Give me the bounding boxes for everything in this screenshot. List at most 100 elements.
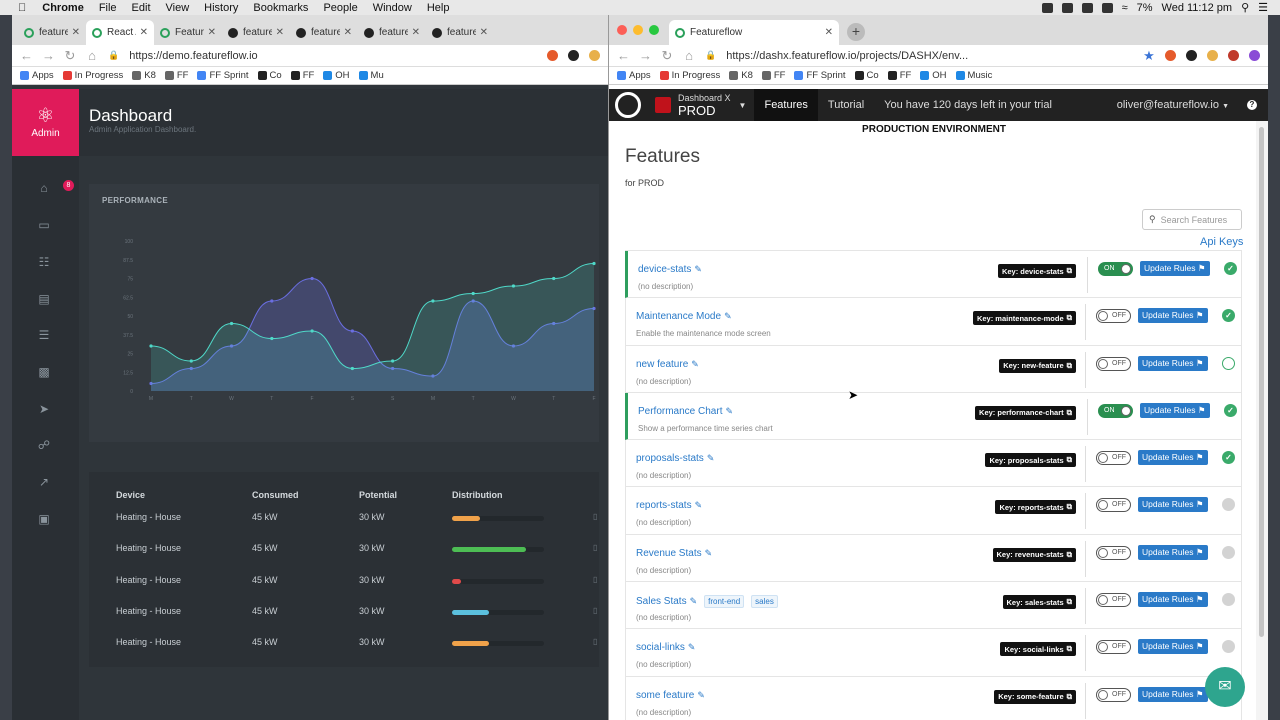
browser-tab[interactable]: featurefl ✕ [290,20,358,45]
close-tab-icon[interactable]: ✕ [276,27,284,38]
edit-icon[interactable]: ✎ [724,311,732,322]
feature-toggle[interactable]: ON [1098,262,1133,276]
browser-tab[interactable]: Featureflow ✕ [669,20,839,45]
browser-tab[interactable]: featurefl ✕ [358,20,426,45]
close-window-button[interactable] [617,25,627,35]
bookmark-item[interactable]: FF Sprint [794,70,846,81]
copy-icon[interactable]: ⧉ [1067,408,1072,418]
feature-key-badge[interactable]: Key: sales-stats ⧉ [1002,595,1076,610]
feature-toggle[interactable]: OFF [1096,451,1131,466]
home-icon[interactable]: ⌂ [86,48,98,63]
desktop-icon[interactable]: ▭ [36,218,52,234]
minimize-window-button[interactable] [633,25,643,35]
update-rules-button[interactable]: Update Rules ⚑ [1140,402,1210,418]
menu-icon[interactable]: ☰ [1258,1,1268,14]
menu-help[interactable]: Help [427,2,450,14]
bookmark-item[interactable]: FF [761,70,785,81]
bookmark-item[interactable]: Apps [20,70,54,81]
feature-name-link[interactable]: some feature ✎ [636,690,705,701]
lock-icon[interactable]: 🔒 [108,50,119,61]
update-rules-button[interactable]: Update Rules ⚑ [1138,497,1208,513]
update-rules-button[interactable]: Update Rules ⚑ [1138,355,1208,371]
feature-toggle[interactable]: OFF [1096,593,1131,608]
edit-icon[interactable]: ✎ [697,690,705,701]
bookmark-item[interactable]: Apps [617,70,651,81]
bookmark-item[interactable]: OH [323,70,350,81]
lock-icon[interactable]: 🔒 [705,50,716,61]
chat-launcher-button[interactable]: ✉ [1205,667,1245,707]
maximize-window-button[interactable] [649,25,659,35]
feature-key-badge[interactable]: Key: maintenance-mode ⧉ [972,311,1076,326]
avatar[interactable] [1249,50,1260,61]
menu-app-name[interactable]: Chrome [42,2,84,14]
bookmark-item[interactable]: Co [257,70,282,81]
menu-bookmarks[interactable]: Bookmarks [253,2,308,14]
scrollbar[interactable] [1256,121,1268,720]
copy-icon[interactable]: ⧉ [1067,313,1072,323]
edit-icon[interactable]: ✎ [705,548,713,559]
trash-icon[interactable]: ▯ [593,543,597,552]
database-icon[interactable]: ▤ [36,292,52,308]
close-tab-icon[interactable]: ✕ [208,27,216,38]
feature-name-link[interactable]: reports-stats ✎ [636,500,702,511]
menu-view[interactable]: View [166,2,190,14]
status-icon[interactable] [1101,2,1113,13]
nav-tutorial[interactable]: Tutorial [818,89,874,121]
bookmark-item[interactable]: OH [920,70,947,81]
feature-toggle[interactable]: OFF [1096,498,1131,513]
update-rules-button[interactable]: Update Rules ⚑ [1138,308,1208,324]
trash-icon[interactable]: ▯ [593,637,597,646]
close-tab-icon[interactable]: ✕ [344,27,352,38]
feature-name-link[interactable]: Maintenance Mode ✎ [636,311,732,322]
book-icon[interactable]: ▣ [36,512,52,528]
feature-toggle[interactable]: OFF [1096,356,1131,371]
url-field[interactable]: https://demo.featureflow.io [129,50,537,62]
extension-icon[interactable] [568,50,579,61]
search-icon[interactable]: ⚲ [1241,1,1249,14]
update-rules-button[interactable]: Update Rules ⚑ [1138,592,1208,608]
environment-selector[interactable]: Dashboard X PROD ▼ [655,93,746,118]
update-rules-button[interactable]: Update Rules ⚑ [1138,686,1208,702]
battery-percent[interactable]: 7% [1137,2,1153,14]
api-keys-link[interactable]: Api Keys [1200,236,1243,248]
home-icon[interactable]: ⌂ [36,181,52,197]
bookmark-item[interactable]: FF [290,70,314,81]
menu-file[interactable]: File [99,2,117,14]
bookmark-item[interactable]: K8 [132,70,156,81]
feature-key-badge[interactable]: Key: proposals-stats ⧉ [985,453,1076,468]
feature-key-badge[interactable]: Key: some-feature ⧉ [994,689,1076,704]
close-tab-icon[interactable]: ✕ [480,27,488,38]
copy-icon[interactable]: ⧉ [1067,644,1072,654]
bookmark-item[interactable]: Co [854,70,879,81]
feature-toggle[interactable]: ON [1098,403,1133,418]
feature-name-link[interactable]: proposals-stats ✎ [636,453,714,464]
sitemap-icon[interactable]: ☷ [36,255,52,271]
feature-toggle[interactable]: OFF [1096,309,1131,324]
list-icon[interactable]: ☰ [36,328,52,344]
admin-brand[interactable]: ⚛ Admin [12,89,79,156]
feature-name-link[interactable]: device-stats ✎ [638,264,702,275]
edit-icon[interactable]: ✎ [725,406,733,417]
extension-icon[interactable] [1186,50,1197,61]
bar-chart-icon[interactable]: ▩ [36,365,52,381]
browser-tab[interactable]: React Ap ✕ [86,20,154,45]
bookmark-item[interactable]: K8 [729,70,753,81]
star-icon[interactable]: ★ [1143,48,1155,64]
feature-name-link[interactable]: social-links ✎ [636,642,695,653]
status-icon[interactable] [1081,2,1093,13]
update-rules-button[interactable]: Update Rules ⚑ [1138,450,1208,466]
browser-tab[interactable]: featurefl ✕ [18,20,86,45]
new-tab-button[interactable]: + [847,23,865,41]
feature-key-badge[interactable]: Key: new-feature ⧉ [999,358,1076,373]
extension-icon[interactable] [1207,50,1218,61]
feature-key-badge[interactable]: Key: performance-chart ⧉ [975,405,1076,420]
menu-people[interactable]: People [323,2,357,14]
menu-window[interactable]: Window [373,2,412,14]
bookmark-item[interactable]: FF [887,70,911,81]
browser-tab[interactable]: featurefl ✕ [426,20,494,45]
update-rules-button[interactable]: Update Rules ⚑ [1138,544,1208,560]
menu-edit[interactable]: Edit [132,2,151,14]
extension-icon[interactable] [1228,50,1239,61]
datetime[interactable]: Wed 11:12 pm [1162,2,1233,14]
close-tab-icon[interactable]: ✕ [72,27,80,38]
